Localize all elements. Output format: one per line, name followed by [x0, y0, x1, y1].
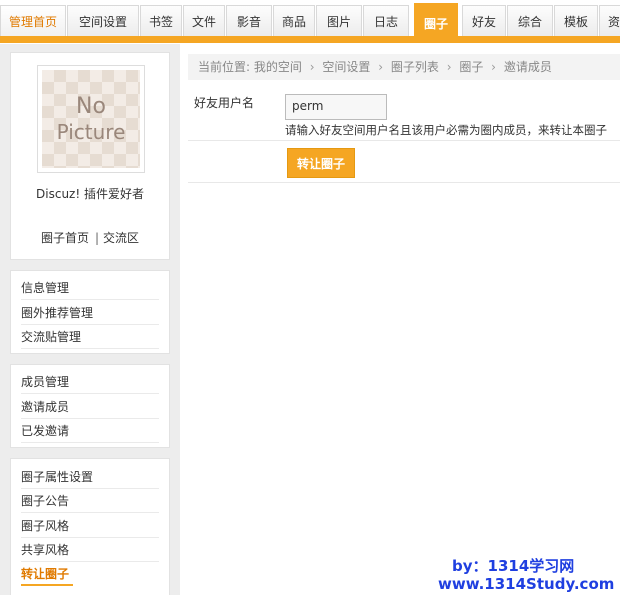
avatar-placeholder-line2: Picture — [56, 120, 126, 144]
friend-username-input[interactable]: perm — [285, 94, 387, 120]
watermark-line2: www.1314Study.com — [438, 575, 615, 593]
menu-info-manage[interactable]: 信息管理 — [21, 276, 159, 300]
nav-accent-bar — [0, 36, 620, 43]
breadcrumb-separator: › — [309, 60, 315, 74]
breadcrumb-prefix: 当前位置: — [198, 60, 251, 74]
forum-link[interactable]: 交流区 — [103, 231, 139, 245]
breadcrumb-item[interactable]: 空间设置 — [322, 60, 370, 74]
menu-external-recommend[interactable]: 圈外推荐管理 — [21, 301, 159, 325]
menu-circle-announcement[interactable]: 圈子公告 — [21, 489, 159, 513]
tab-templates[interactable]: 模板 — [554, 5, 598, 36]
menu-transfer-circle[interactable]: 转让圈子 — [21, 562, 73, 586]
breadcrumb-item[interactable]: 我的空间 — [254, 60, 302, 74]
top-nav: 管理首页 空间设置 书签 文件 影音 商品 图片 日志 圈子 好友 综合 模板 … — [0, 0, 620, 44]
avatar-placeholder-line1: No — [76, 94, 106, 119]
tab-photos[interactable]: 图片 — [316, 5, 362, 36]
menu-post-manage[interactable]: 交流贴管理 — [21, 325, 159, 349]
tab-files[interactable]: 文件 — [183, 5, 225, 36]
settings-menu-panel: 圈子属性设置 圈子公告 圈子风格 共享风格 转让圈子 — [10, 458, 170, 595]
tab-goods[interactable]: 商品 — [273, 5, 315, 36]
owner-name: Discuz! 插件爱好者 — [36, 187, 144, 201]
menu-circle-style[interactable]: 圈子风格 — [21, 514, 159, 538]
tab-admin-home[interactable]: 管理首页 — [0, 5, 66, 36]
menu-member-manage[interactable]: 成员管理 — [21, 370, 159, 394]
member-menu-panel: 成员管理 邀请成员 已发邀请 — [10, 364, 170, 448]
avatar-frame: No Picture — [37, 65, 145, 173]
menu-circle-properties[interactable]: 圈子属性设置 — [21, 465, 159, 489]
friend-username-hint: 请输入好友空间用户名且该用户必需为圈内成员，来转让本圈子 — [285, 123, 607, 137]
circle-home-link[interactable]: 圈子首页 — [41, 231, 89, 245]
watermark-line1: by：1314学习网 — [452, 557, 575, 575]
avatar[interactable]: No Picture — [42, 70, 140, 168]
sidebar: No Picture Discuz! 插件爱好者 圈子首页 | 交流区 信息管理 圈… — [0, 44, 180, 595]
profile-panel: No Picture Discuz! 插件爱好者 圈子首页 | 交流区 — [10, 52, 170, 260]
form-divider — [188, 182, 620, 183]
menu-sent-invites[interactable]: 已发邀请 — [21, 419, 159, 443]
tab-more[interactable]: 资 — [599, 5, 620, 36]
tab-blog[interactable]: 日志 — [363, 5, 409, 36]
link-separator: | — [94, 231, 100, 245]
tab-media[interactable]: 影音 — [226, 5, 272, 36]
breadcrumb-separator: › — [378, 60, 384, 74]
tab-space-settings[interactable]: 空间设置 — [67, 5, 139, 36]
tab-bookmarks[interactable]: 书签 — [140, 5, 182, 36]
tab-overview[interactable]: 综合 — [507, 5, 553, 36]
profile-links: 圈子首页 | 交流区 — [11, 229, 169, 246]
breadcrumb-item[interactable]: 圈子 — [459, 60, 483, 74]
info-menu-panel: 信息管理 圈外推荐管理 交流贴管理 — [10, 270, 170, 354]
breadcrumb-separator: › — [446, 60, 452, 74]
breadcrumb: 当前位置: 我的空间 › 空间设置 › 圈子列表 › 圈子 › 邀请成员 — [188, 54, 620, 80]
breadcrumb-item[interactable]: 邀请成员 — [504, 60, 552, 74]
form-divider — [188, 140, 620, 141]
tab-friends[interactable]: 好友 — [462, 5, 506, 36]
breadcrumb-item[interactable]: 圈子列表 — [391, 60, 439, 74]
menu-shared-style[interactable]: 共享风格 — [21, 538, 159, 562]
menu-invite-members[interactable]: 邀请成员 — [21, 395, 159, 419]
transfer-circle-button[interactable]: 转让圈子 — [287, 148, 355, 178]
breadcrumb-separator: › — [491, 60, 496, 74]
friend-username-label: 好友用户名 — [194, 96, 255, 110]
